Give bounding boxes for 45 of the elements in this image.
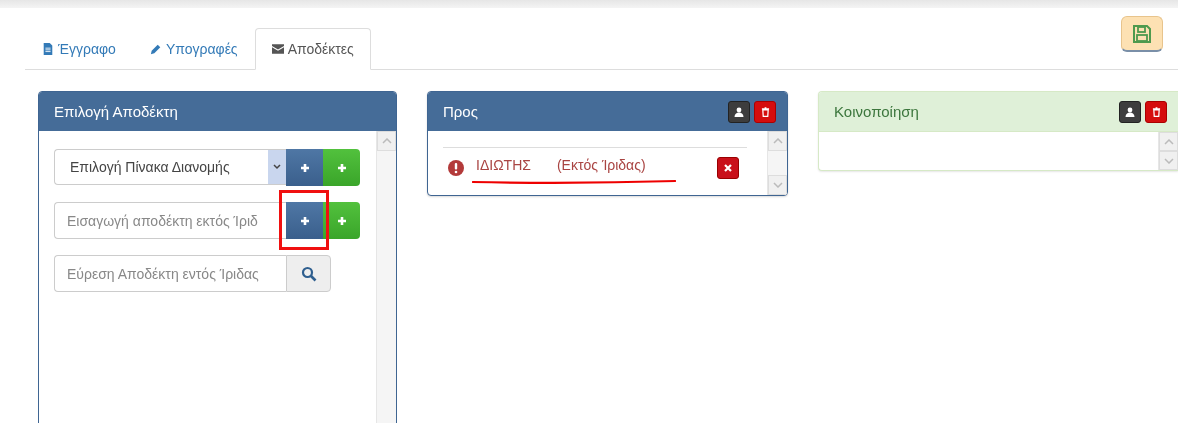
user-icon (734, 106, 744, 117)
plus-icon (336, 215, 347, 226)
add-button[interactable] (323, 149, 360, 186)
panel-title: Κοινοποίηση (834, 103, 919, 120)
remove-button[interactable] (717, 157, 739, 179)
plus-icon (299, 215, 310, 226)
envelope-icon (271, 43, 284, 55)
scroll-down-icon (772, 182, 783, 188)
add-button[interactable] (323, 202, 360, 239)
search-button[interactable] (286, 255, 331, 292)
alert-icon (448, 160, 464, 176)
document-icon (42, 43, 54, 55)
recipient-name: ΙΔΙΩΤΗΣ (476, 157, 531, 173)
save-button[interactable] (1121, 16, 1163, 52)
add-button[interactable] (286, 149, 323, 186)
recipient-note: (Εκτός Ίριδας) (556, 157, 646, 173)
scroll-up-icon (772, 138, 783, 144)
scroll-up-icon (381, 138, 392, 144)
close-icon (724, 164, 732, 172)
scroll-up-icon (1163, 138, 1174, 145)
plus-icon (299, 162, 310, 173)
distribution-list-select[interactable]: Επιλογή Πίνακα Διανομής (54, 149, 286, 185)
highlight-frame (279, 190, 329, 250)
user-icon (1125, 106, 1135, 117)
scroll-down-icon (1163, 157, 1174, 164)
tab[interactable]: Υπογραφές (132, 28, 255, 70)
trash-icon (1151, 106, 1161, 117)
delete-button[interactable] (754, 100, 776, 123)
search-icon (300, 265, 317, 282)
plus-icon (336, 162, 347, 173)
trash-icon (760, 106, 770, 117)
scrollbar[interactable] (376, 131, 396, 423)
scrollbar[interactable] (1158, 132, 1178, 170)
scrollbar[interactable] (767, 131, 787, 195)
user-button[interactable] (1119, 100, 1141, 123)
external-recipient-field[interactable]: Εισαγωγή αποδέκτη εκτός Ίριδ (54, 202, 286, 239)
search-field[interactable]: Εύρεση Αποδέκτη εντός Ίριδας (54, 255, 286, 292)
panel-title: Επιλογή Αποδέκτη (54, 103, 178, 120)
tab[interactable]: Έγγραφο (25, 28, 133, 70)
user-button[interactable] (728, 100, 750, 123)
delete-button[interactable] (1145, 100, 1167, 123)
pencil-icon (149, 43, 162, 55)
panel-title: Προς (443, 103, 478, 120)
add-button[interactable] (286, 202, 323, 239)
tab[interactable]: Αποδέκτες (254, 28, 371, 70)
